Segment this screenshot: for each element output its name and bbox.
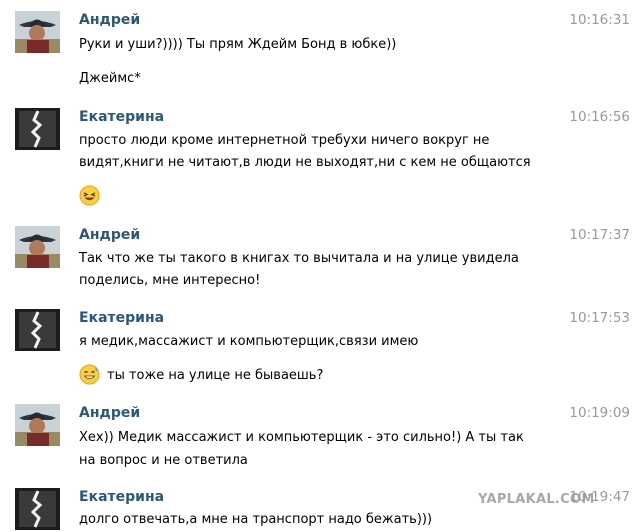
avatar-crack-icon bbox=[15, 488, 60, 530]
avatar-andrey[interactable] bbox=[15, 11, 60, 53]
chat-history: Андрей 10:16:31 Руки и уши?)))) Ты прям … bbox=[0, 0, 640, 532]
message-time: 10:16:56 bbox=[569, 109, 630, 125]
author-name[interactable]: Андрей bbox=[79, 11, 140, 30]
laughing-smiley-icon bbox=[79, 185, 100, 206]
message-text-with-emoji: ты тоже на улице не бываешь? bbox=[79, 364, 324, 387]
avatar-ekaterina[interactable] bbox=[15, 488, 60, 530]
avatar-andrey[interactable] bbox=[15, 404, 60, 446]
watermark: YAPLAKAL.COM bbox=[478, 492, 595, 507]
avatar-cowboy-icon bbox=[15, 404, 60, 446]
message-text: на вопрос и не ответила bbox=[79, 453, 248, 468]
author-name[interactable]: Андрей bbox=[79, 226, 140, 245]
sweat-smile-smiley-icon bbox=[79, 364, 100, 385]
message-time: 10:17:37 bbox=[569, 227, 630, 243]
avatar-cowboy-icon bbox=[15, 11, 60, 53]
message-text: поделись, мне интересно! bbox=[79, 273, 261, 288]
avatar-crack-icon bbox=[15, 108, 60, 150]
message-text: Так что же ты такого в книгах то вычитал… bbox=[79, 251, 519, 266]
message-text: Руки и уши?)))) Ты прям Ждейм Бонд в юбк… bbox=[79, 37, 397, 52]
message-text: видят,книги не читают,в люди не выходят,… bbox=[79, 155, 531, 170]
message-text: Хех)) Медик массажист и компьютерщик - э… bbox=[79, 430, 524, 445]
avatar-ekaterina[interactable] bbox=[15, 108, 60, 150]
author-name[interactable]: Андрей bbox=[79, 404, 140, 423]
message-time: 10:16:31 bbox=[569, 12, 630, 28]
avatar-andrey[interactable] bbox=[15, 226, 60, 268]
message-text: Джеймс* bbox=[79, 71, 141, 86]
message-time: 10:19:09 bbox=[569, 405, 630, 421]
author-name[interactable]: Екатерина bbox=[79, 309, 164, 328]
author-name[interactable]: Екатерина bbox=[79, 488, 164, 507]
message-text: долго отвечать,а мне на транспорт надо б… bbox=[79, 512, 433, 527]
message-time: 10:17:53 bbox=[569, 310, 630, 326]
avatar-cowboy-icon bbox=[15, 226, 60, 268]
author-name[interactable]: Екатерина bbox=[79, 108, 164, 127]
avatar-ekaterina[interactable] bbox=[15, 309, 60, 351]
message-text: просто люди кроме интернетной требухи ни… bbox=[79, 133, 490, 148]
avatar-crack-icon bbox=[15, 309, 60, 351]
message-text: я медик,массажист и компьютерщик,связи и… bbox=[79, 334, 419, 349]
message-text: ты тоже на улице не бываешь? bbox=[107, 368, 324, 383]
